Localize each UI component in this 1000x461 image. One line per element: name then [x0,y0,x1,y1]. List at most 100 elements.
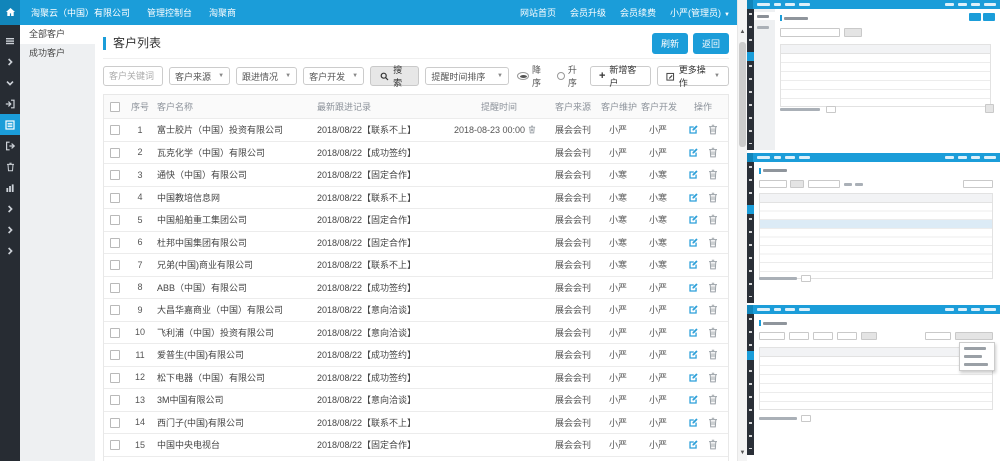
menu-icon[interactable] [0,30,20,51]
preview-thumbnail-3[interactable] [747,305,1000,455]
edit-icon[interactable] [688,304,699,315]
nav-site-home[interactable]: 网站首页 [520,6,556,19]
edit-icon[interactable] [688,259,699,270]
row-checkbox[interactable] [110,440,120,450]
nav-member-renew[interactable]: 会员续费 [620,6,656,19]
sidebar-item-all-customers[interactable]: 全部客户 [20,25,95,44]
row-checkbox[interactable] [110,193,120,203]
scroll-down-icon[interactable]: ▼ [738,447,747,459]
nav-admin-console[interactable]: 管理控制台 [147,6,192,19]
edit-icon[interactable] [688,439,699,450]
home-button[interactable] [0,0,20,25]
more-actions-button[interactable]: 更多操作 ▼ [657,66,729,86]
table-row[interactable]: 11 爱普生(中国)有限公司 2018/08/22【成功签约】 展会会刊 小严 … [104,344,728,367]
chevron-right-icon[interactable] [0,240,20,261]
table-row[interactable]: 1 富士胶片（中国）投资有限公司 2018/08/22【联系不上】 2018-0… [104,119,728,142]
nav-shop[interactable]: 淘聚商 [209,6,236,19]
row-checkbox[interactable] [110,148,120,158]
table-row[interactable]: 6 杜邦中国集团有限公司 2018/08/22【固定合作】 展会会刊 小寒 小寒 [104,232,728,255]
edit-icon[interactable] [688,214,699,225]
row-checkbox[interactable] [110,215,120,225]
sidebar-item-success-customers[interactable]: 成功客户 [20,44,95,63]
edit-icon[interactable] [688,237,699,248]
back-button[interactable]: 返回 [693,33,729,54]
brand-name[interactable]: 淘聚云（中国）有限公司 [31,6,130,19]
chevron-right-icon[interactable] [0,51,20,72]
add-customer-button[interactable]: + 新增客户 [590,66,651,86]
developer-dropdown[interactable]: 客户开发▼ [303,67,364,85]
delete-icon[interactable] [708,192,718,203]
sign-out-icon[interactable] [0,135,20,156]
chevron-down-icon[interactable] [0,72,20,93]
delete-icon[interactable] [708,394,718,405]
table-row[interactable]: 14 西门子(中国)有限公司 2018/08/22【联系不上】 展会会刊 小严 … [104,412,728,435]
table-row[interactable]: 12 松下电器（中国）有限公司 2018/08/22【成功签约】 展会会刊 小严… [104,367,728,390]
select-all-checkbox[interactable] [110,102,120,112]
table-row[interactable]: 4 中国教培信息网 2018/08/22【联系不上】 展会会刊 小寒 小寒 [104,187,728,210]
delete-icon[interactable] [708,259,718,270]
row-checkbox[interactable] [110,373,120,383]
delete-icon[interactable] [708,124,718,135]
row-checkbox[interactable] [110,238,120,248]
delete-icon[interactable] [708,304,718,315]
row-checkbox[interactable] [110,260,120,270]
source-dropdown[interactable]: 客户来源▼ [169,67,230,85]
delete-icon[interactable] [708,147,718,158]
user-menu[interactable]: 小严(管理员)▼ [670,6,730,19]
delete-icon[interactable] [708,372,718,383]
bar-chart-icon[interactable] [0,177,20,198]
delete-icon[interactable] [708,282,718,293]
sort-asc-radio[interactable]: 升序 [557,63,584,89]
row-checkbox[interactable] [110,305,120,315]
keyword-input[interactable] [103,66,163,86]
search-button[interactable]: 搜索 [370,66,419,86]
nav-member-upgrade[interactable]: 会员升级 [570,6,606,19]
edit-icon[interactable] [688,349,699,360]
delete-icon[interactable] [708,417,718,428]
edit-icon[interactable] [688,192,699,203]
row-checkbox[interactable] [110,350,120,360]
table-row[interactable]: 7 兄弟(中国)商业有限公司 2018/08/22【联系不上】 展会会刊 小寒 … [104,254,728,277]
delete-icon[interactable] [708,214,718,225]
table-row[interactable]: 13 3M中国有限公司 2018/08/22【意向洽谈】 展会会刊 小严 小严 [104,389,728,412]
table-row[interactable]: 16 宁波奥克斯空调有限公司 2018/08/22【联系不上】 展会会刊 小严 … [104,457,728,461]
sign-in-icon[interactable] [0,93,20,114]
trash-icon[interactable] [0,156,20,177]
delete-icon[interactable] [708,439,718,450]
table-row[interactable]: 10 飞利浦（中国）投资有限公司 2018/08/22【意向洽谈】 展会会刊 小… [104,322,728,345]
delete-reminder-icon[interactable] [528,125,536,134]
row-checkbox[interactable] [110,125,120,135]
delete-icon[interactable] [708,169,718,180]
edit-icon[interactable] [688,147,699,158]
table-row[interactable]: 5 中国船舶重工集团公司 2018/08/22【固定合作】 展会会刊 小寒 小寒 [104,209,728,232]
edit-icon[interactable] [688,282,699,293]
vertical-scrollbar[interactable]: ▲ ▼ [737,0,747,461]
edit-icon[interactable] [688,372,699,383]
row-checkbox[interactable] [110,328,120,338]
scrollbar-thumb[interactable] [739,42,746,147]
table-row[interactable]: 2 瓦克化学（中国）有限公司 2018/08/22【成功签约】 展会会刊 小严 … [104,142,728,165]
sort-field-dropdown[interactable]: 提醒时间排序▼ [425,67,509,85]
preview-thumbnail-2[interactable] [747,153,1000,303]
edit-icon[interactable] [688,394,699,405]
edit-icon[interactable] [688,417,699,428]
chevron-right-icon[interactable] [0,198,20,219]
row-checkbox[interactable] [110,170,120,180]
chevron-right-icon[interactable] [0,219,20,240]
follow-status-dropdown[interactable]: 跟进情况▼ [236,67,297,85]
scroll-up-icon[interactable]: ▲ [738,26,747,38]
delete-icon[interactable] [708,327,718,338]
table-row[interactable]: 8 ABB（中国）有限公司 2018/08/22【成功签约】 展会会刊 小严 小… [104,277,728,300]
sort-desc-radio[interactable]: 降序 [517,63,548,89]
table-row[interactable]: 3 通快（中国）有限公司 2018/08/22【固定合作】 展会会刊 小寒 小寒 [104,164,728,187]
delete-icon[interactable] [708,237,718,248]
edit-icon[interactable] [688,124,699,135]
refresh-button[interactable]: 刷新 [652,33,688,54]
row-checkbox[interactable] [110,283,120,293]
list-icon[interactable] [0,114,20,135]
edit-icon[interactable] [688,327,699,338]
delete-icon[interactable] [708,349,718,360]
row-checkbox[interactable] [110,395,120,405]
row-checkbox[interactable] [110,418,120,428]
table-row[interactable]: 9 大昌华嘉商业（中国）有限公司 2018/08/22【意向洽谈】 展会会刊 小… [104,299,728,322]
